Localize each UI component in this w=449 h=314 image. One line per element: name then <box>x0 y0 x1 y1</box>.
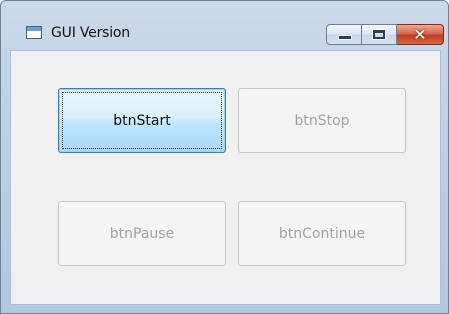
continue-button-label: btnContinue <box>278 225 366 242</box>
continue-button[interactable]: btnContinue <box>238 201 406 266</box>
client-area: btnStart btnStop btnPause btnContinue <box>10 50 441 305</box>
minimize-button[interactable] <box>326 24 362 45</box>
pause-button-label: btnPause <box>109 225 175 242</box>
maximize-icon <box>373 30 385 39</box>
stop-button[interactable]: btnStop <box>238 88 406 153</box>
window-title: GUI Version <box>51 25 130 41</box>
application-window-icon[interactable] <box>26 26 42 39</box>
close-button[interactable]: ✕ <box>397 24 444 45</box>
close-icon: ✕ <box>413 24 427 44</box>
maximize-button[interactable] <box>362 24 397 45</box>
title-bar[interactable]: GUI Version ✕ <box>1 1 448 47</box>
start-button[interactable]: btnStart <box>58 88 226 153</box>
focus-rectangle <box>62 92 222 149</box>
pause-button[interactable]: btnPause <box>58 201 226 266</box>
app-window: GUI Version ✕ btnStart btnStop btnPause … <box>0 0 449 314</box>
stop-button-label: btnStop <box>294 112 350 129</box>
window-caption-buttons: ✕ <box>326 24 444 45</box>
minimize-icon <box>339 36 351 39</box>
